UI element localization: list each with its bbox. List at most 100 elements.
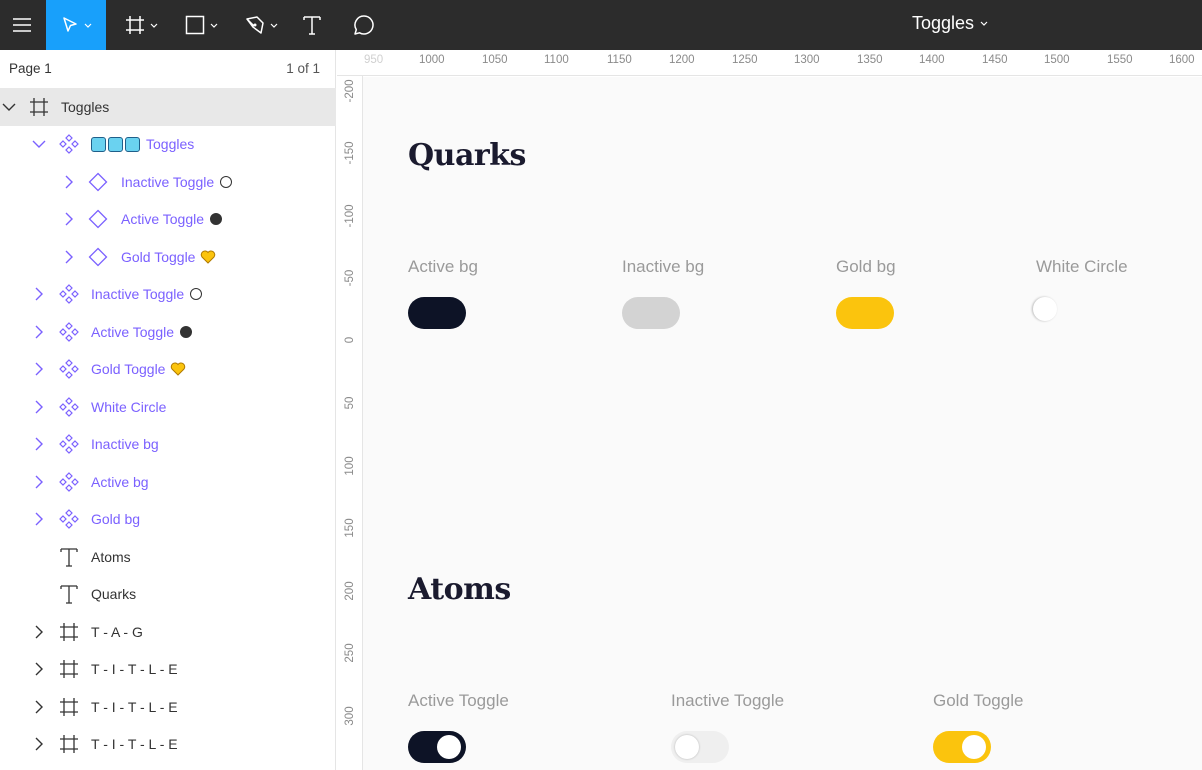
chevron-right-icon[interactable] <box>30 688 48 726</box>
page-count: 1 of 1 <box>286 60 320 76</box>
layer-row[interactable]: Inactive Toggle <box>0 276 336 314</box>
gold-bg-swatch[interactable] <box>836 297 894 329</box>
inactive-toggle-label[interactable]: Inactive Toggle <box>671 691 784 711</box>
layer-row[interactable]: Gold bg <box>0 501 336 539</box>
chevron-right-icon[interactable] <box>30 426 48 464</box>
chevron-right-icon[interactable] <box>30 463 48 501</box>
chevron-right-icon[interactable] <box>30 501 48 539</box>
ruler-tick: 1550 <box>1107 54 1133 66</box>
chevron-right-icon[interactable] <box>30 313 48 351</box>
chevron-right-icon[interactable] <box>60 163 78 201</box>
chevron-down-icon[interactable] <box>0 88 18 126</box>
inactive-bg-swatch[interactable] <box>622 297 680 329</box>
gold-bg-label[interactable]: Gold bg <box>836 257 896 277</box>
layer-row[interactable]: Toggles <box>0 126 336 164</box>
horizontal-ruler: 950 1000 1050 1100 1150 1200 1250 1300 1… <box>337 50 1202 76</box>
text-tool-button[interactable] <box>292 0 332 50</box>
quarks-heading[interactable]: Quarks <box>408 138 526 173</box>
layer-row[interactable]: White Circle <box>0 388 336 426</box>
atoms-heading[interactable]: Atoms <box>408 572 511 607</box>
ruler-tick: 0 <box>344 336 356 344</box>
layer-row[interactable]: Inactive bg <box>0 426 336 464</box>
component-icon <box>57 463 81 501</box>
active-bg-label[interactable]: Active bg <box>408 257 478 277</box>
chevron-right-icon[interactable] <box>30 388 48 426</box>
component-icon <box>57 276 81 314</box>
active-bg-swatch[interactable] <box>408 297 466 329</box>
gold-toggle[interactable] <box>933 731 991 763</box>
inactive-bg-label[interactable]: Inactive bg <box>622 257 704 277</box>
ruler-tick: 1000 <box>419 54 445 66</box>
component-icon <box>57 351 81 389</box>
unicorn-emoji-icons <box>91 136 140 152</box>
frame-tool-button[interactable] <box>112 0 170 50</box>
chevron-down-icon <box>150 23 157 28</box>
layer-row[interactable]: T - I - T - L - E <box>0 651 336 689</box>
chevron-right-icon[interactable] <box>60 238 78 276</box>
pen-tool-button[interactable] <box>232 0 290 50</box>
layer-row[interactable]: Toggles <box>0 88 336 126</box>
chevron-right-icon[interactable] <box>30 276 48 314</box>
frame-icon <box>57 688 81 726</box>
layer-row[interactable]: Gold Toggle <box>0 351 336 389</box>
layer-row[interactable]: Gold Toggle <box>0 238 336 276</box>
ruler-tick: 150 <box>344 518 356 538</box>
shape-tool-button[interactable] <box>172 0 230 50</box>
chevron-right-icon[interactable] <box>60 201 78 239</box>
white-circle-emoji-icon <box>190 288 203 301</box>
inactive-toggle[interactable] <box>671 731 729 763</box>
file-title-dropdown[interactable]: Toggles <box>880 0 1020 46</box>
main-menu-button[interactable] <box>0 0 44 50</box>
chevron-right-icon[interactable] <box>30 726 48 764</box>
comment-tool-button[interactable] <box>342 0 386 50</box>
ruler-tick: 1400 <box>919 54 945 66</box>
chevron-right-icon[interactable] <box>30 651 48 689</box>
layer-row[interactable]: Inactive Toggle <box>0 163 336 201</box>
menu-icon <box>13 18 31 32</box>
design-canvas[interactable]: Quarks Active bg Inactive bg Gold bg Whi… <box>363 77 1202 770</box>
rectangle-icon <box>185 15 204 35</box>
layer-label-wrapper: Inactive Toggle <box>91 276 203 314</box>
chevron-down-icon <box>210 23 217 28</box>
chevron-right-icon[interactable] <box>30 613 48 651</box>
ruler-tick: 200 <box>344 581 356 601</box>
move-tool-button[interactable] <box>46 0 106 50</box>
layer-list: Toggles Toggles Inactive Toggle Active T… <box>0 88 336 763</box>
ruler-tick: 1450 <box>982 54 1008 66</box>
layer-row[interactable]: Quarks <box>0 576 336 614</box>
layer-label: Toggles <box>61 98 110 115</box>
layer-label-wrapper: Gold Toggle <box>91 351 186 389</box>
layer-row[interactable]: T - I - T - L - E <box>0 688 336 726</box>
pen-icon <box>245 16 264 34</box>
ruler-tick: -150 <box>344 141 356 165</box>
ruler-tick: 250 <box>344 643 356 663</box>
layers-panel: Page 1 1 of 1 Toggles Toggles Inactive T… <box>0 50 336 770</box>
layer-row[interactable]: Active Toggle <box>0 201 336 239</box>
gold-toggle-label[interactable]: Gold Toggle <box>933 691 1023 711</box>
layer-label: Inactive Toggle <box>91 286 185 303</box>
text-icon <box>303 16 321 35</box>
layer-label: Active Toggle <box>91 323 175 340</box>
component-icon <box>57 426 81 464</box>
ruler-tick: 1350 <box>857 54 883 66</box>
active-toggle-label[interactable]: Active Toggle <box>408 691 509 711</box>
layer-row[interactable]: Atoms <box>0 538 336 576</box>
chevron-right-icon[interactable] <box>30 351 48 389</box>
ruler-tick: -100 <box>344 204 356 228</box>
layer-row[interactable]: Active bg <box>0 463 336 501</box>
white-circle-emoji-icon <box>220 175 233 188</box>
white-circle-swatch[interactable] <box>1033 297 1057 321</box>
layer-row[interactable]: T - A - G <box>0 613 336 651</box>
layer-row[interactable]: Active Toggle <box>0 313 336 351</box>
white-circle-label[interactable]: White Circle <box>1036 257 1128 277</box>
chevron-down-icon[interactable] <box>30 126 48 164</box>
ruler-tick: -50 <box>344 269 356 287</box>
active-toggle[interactable] <box>408 731 466 763</box>
chevron-down-icon <box>84 23 91 28</box>
ruler-tick: 1200 <box>669 54 695 66</box>
page-selector[interactable]: Page 1 1 of 1 <box>0 50 336 86</box>
layer-label: Quarks <box>91 586 137 603</box>
layer-row[interactable]: T - I - T - L - E <box>0 726 336 764</box>
variant-icon <box>86 238 110 276</box>
layer-label: Active bg <box>91 473 149 490</box>
